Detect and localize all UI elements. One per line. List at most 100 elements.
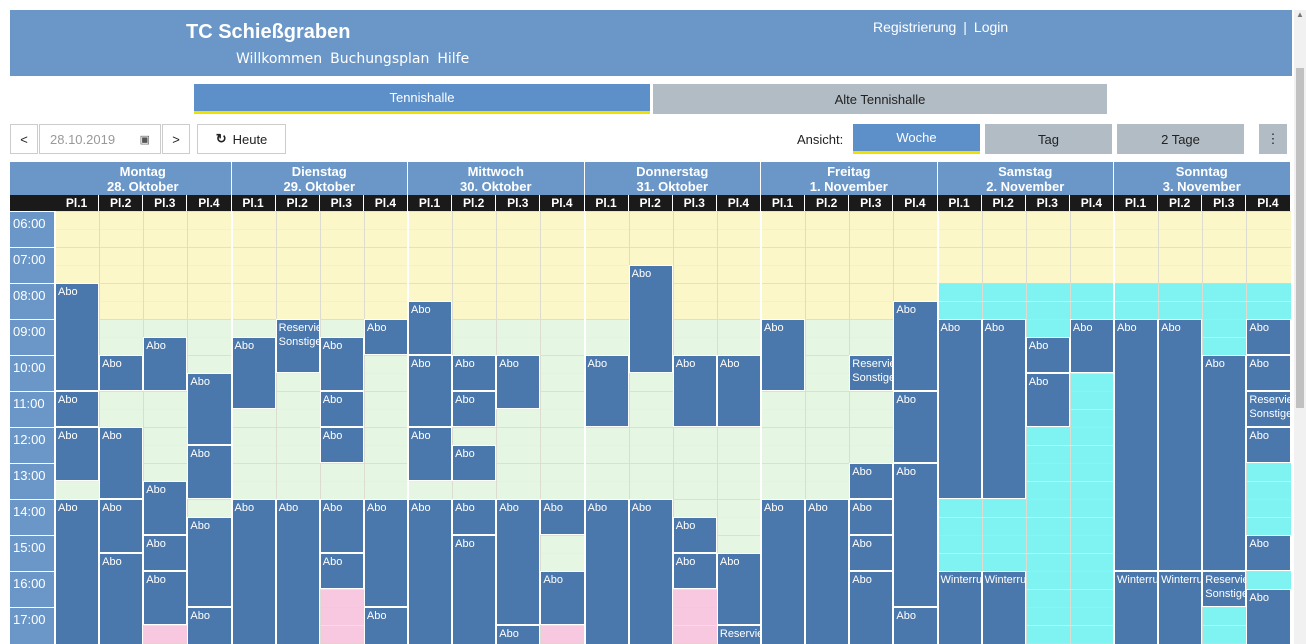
booking-slot[interactable]: Abo <box>849 463 894 499</box>
booking-slot[interactable]: Abo <box>496 355 541 409</box>
booking-slot[interactable]: Abo <box>363 499 408 607</box>
booking-slot[interactable]: Abo <box>893 607 938 644</box>
booking-slot[interactable]: Abo <box>55 499 100 644</box>
booking-slot[interactable]: Abo <box>319 391 364 427</box>
day-header-freitag[interactable]: Freitag 1. November <box>761 162 938 195</box>
calendar-icon[interactable]: ▣ <box>140 133 150 146</box>
booking-slot[interactable]: Reservierung Sonstige <box>1246 391 1291 427</box>
booking-slot[interactable]: Reservierung Sonstige <box>849 355 894 391</box>
booking-slot[interactable]: Abo <box>1069 319 1114 373</box>
booking-slot[interactable]: Abo <box>319 553 364 589</box>
booking-slot[interactable]: Abo <box>981 319 1026 499</box>
booking-slot[interactable]: Abo <box>1246 355 1291 391</box>
booking-slot[interactable]: Abo <box>55 427 100 481</box>
scrollbar-thumb[interactable] <box>1296 68 1304 408</box>
booking-slot[interactable]: Abo <box>1202 355 1247 571</box>
booking-slot[interactable]: Abo <box>937 319 982 499</box>
nav-welcome[interactable]: Willkommen <box>236 51 322 67</box>
booking-slot[interactable]: Winterrunde <box>1114 571 1159 644</box>
prev-week-button[interactable]: < <box>10 124 38 154</box>
booking-slot[interactable]: Abo <box>143 337 188 391</box>
booking-slot[interactable]: Abo <box>1025 373 1070 427</box>
booking-slot[interactable]: Abo <box>187 373 232 445</box>
booking-slot[interactable]: Reservierung Sonstige <box>1202 571 1247 607</box>
booking-slot[interactable]: Abo <box>99 499 144 553</box>
booking-slot[interactable]: Abo <box>672 355 717 427</box>
day-header-montag[interactable]: Montag 28. Oktober <box>55 162 232 195</box>
booking-slot[interactable]: Abo <box>187 445 232 499</box>
booking-slot[interactable]: Abo <box>849 571 894 644</box>
booking-slot[interactable]: Abo <box>1025 337 1070 373</box>
booking-slot[interactable]: Abo <box>408 499 453 644</box>
day-header-dienstag[interactable]: Dienstag 29. Oktober <box>231 162 408 195</box>
login-link[interactable]: Login <box>974 19 1008 35</box>
booking-slot[interactable]: Abo <box>452 355 497 391</box>
booking-slot[interactable]: Reservierung <box>716 625 761 644</box>
date-input[interactable]: 28.10.2019 ▣ <box>39 124 161 154</box>
booking-slot[interactable]: Abo <box>99 355 144 391</box>
booking-slot[interactable]: Winterrunde <box>1158 571 1203 644</box>
booking-slot[interactable]: Abo <box>1246 319 1291 355</box>
booking-slot[interactable]: Abo <box>1246 589 1291 644</box>
club-title[interactable]: TC Schießgraben <box>186 21 350 44</box>
tab-tennishalle[interactable]: Tennishalle <box>194 84 650 114</box>
day-header-sonntag[interactable]: Sonntag 3. November <box>1114 162 1291 195</box>
day-header-mittwoch[interactable]: Mittwoch 30. Oktober <box>408 162 585 195</box>
booking-slot[interactable]: Abo <box>893 463 938 607</box>
booking-slot[interactable]: Abo <box>496 499 541 625</box>
nav-booking-plan[interactable]: Buchungsplan <box>330 51 429 67</box>
booking-slot[interactable]: Abo <box>1246 535 1291 571</box>
next-week-button[interactable]: > <box>162 124 190 154</box>
booking-slot[interactable]: Abo <box>363 319 408 355</box>
tab-alte-tennishalle[interactable]: Alte Tennishalle <box>653 84 1107 114</box>
day-header-samstag[interactable]: Samstag 2. November <box>937 162 1114 195</box>
booking-slot[interactable]: Abo <box>143 535 188 571</box>
booking-slot[interactable]: Abo <box>408 301 453 355</box>
booking-slot[interactable]: Abo <box>187 607 232 644</box>
booking-slot[interactable]: Winterrunde <box>981 571 1026 644</box>
booking-slot[interactable]: Abo <box>496 625 541 644</box>
booking-slot[interactable]: Winterrunde <box>937 571 982 644</box>
booking-slot[interactable]: Abo <box>540 499 585 535</box>
nav-help[interactable]: Hilfe <box>437 51 469 67</box>
booking-slot[interactable]: Abo <box>319 427 364 463</box>
view-week-button[interactable]: Woche <box>853 124 980 154</box>
booking-slot[interactable]: Abo <box>231 499 276 644</box>
booking-slot[interactable]: Abo <box>893 301 938 391</box>
booking-slot[interactable]: Abo <box>363 607 408 644</box>
booking-slot[interactable]: Abo <box>99 553 144 644</box>
booking-slot[interactable]: Abo <box>761 499 806 644</box>
booking-slot[interactable]: Abo <box>55 391 100 427</box>
booking-slot[interactable]: Abo <box>849 499 894 535</box>
page-scrollbar[interactable]: ▲ <box>1294 10 1306 644</box>
booking-slot[interactable]: Abo <box>1114 319 1159 571</box>
view-two-days-button[interactable]: 2 Tage <box>1117 124 1244 154</box>
booking-slot[interactable]: Abo <box>584 499 629 644</box>
booking-slot[interactable]: Abo <box>408 427 453 481</box>
booking-slot[interactable]: Abo <box>1246 427 1291 463</box>
booking-slot[interactable]: Abo <box>319 499 364 553</box>
booking-slot[interactable]: Abo <box>716 553 761 625</box>
booking-slot[interactable]: Abo <box>672 553 717 589</box>
register-link[interactable]: Registrierung <box>873 19 956 35</box>
booking-slot[interactable]: Abo <box>275 499 320 644</box>
booking-slot[interactable]: Abo <box>452 535 497 644</box>
booking-slot[interactable]: Abo <box>452 499 497 535</box>
booking-slot[interactable]: Abo <box>319 337 364 391</box>
booking-slot[interactable]: Abo <box>143 481 188 535</box>
view-day-button[interactable]: Tag <box>985 124 1112 154</box>
booking-slot[interactable]: Abo <box>893 391 938 463</box>
booking-slot[interactable]: Abo <box>143 571 188 625</box>
booking-slot[interactable]: Abo <box>805 499 850 644</box>
today-button[interactable]: ↻ Heute <box>197 124 286 154</box>
booking-slot[interactable]: Abo <box>628 499 673 644</box>
booking-slot[interactable]: Abo <box>408 355 453 427</box>
booking-slot[interactable]: Abo <box>55 283 100 391</box>
booking-slot[interactable]: Abo <box>452 391 497 427</box>
booking-slot[interactable]: Abo <box>584 355 629 427</box>
booking-slot[interactable]: Abo <box>452 445 497 481</box>
booking-slot[interactable]: Abo <box>628 265 673 373</box>
booking-slot[interactable]: Reservierung Sonstige <box>275 319 320 373</box>
booking-slot[interactable]: Abo <box>1158 319 1203 571</box>
booking-slot[interactable]: Abo <box>761 319 806 391</box>
